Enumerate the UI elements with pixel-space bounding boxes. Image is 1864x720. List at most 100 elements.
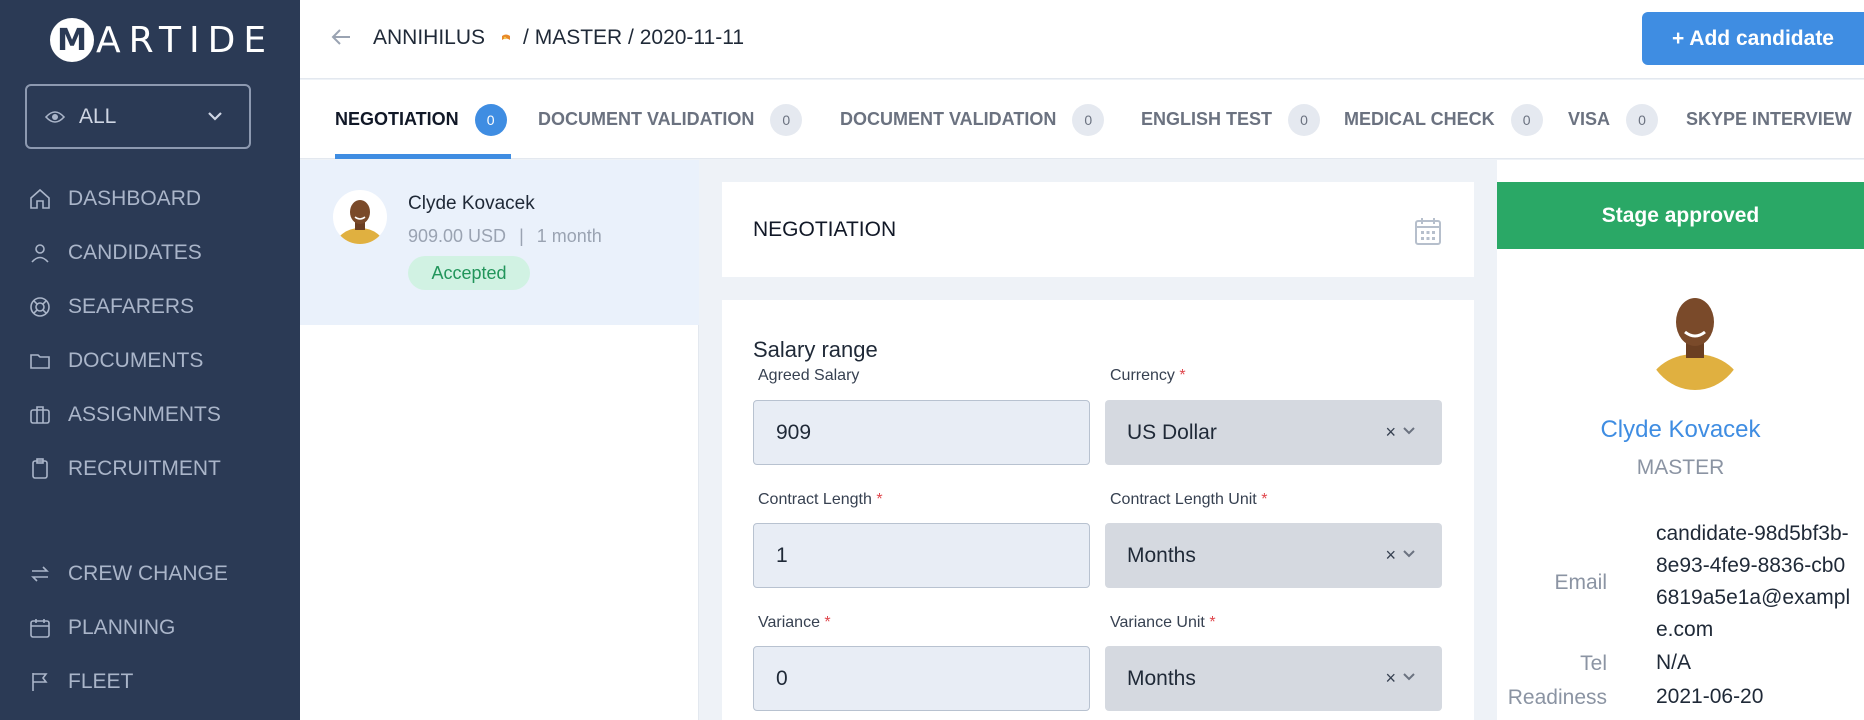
contract-length-unit-label: Contract Length Unit * [1110, 491, 1267, 509]
sidebar-item-crew-change[interactable]: CREW CHANGE [28, 559, 228, 589]
logo-mark: M [50, 18, 94, 62]
sidebar-item-candidates[interactable]: CANDIDATES [28, 238, 202, 268]
contract-length-unit-select[interactable]: Months × [1105, 523, 1442, 588]
section-title: Salary range [753, 337, 878, 362]
tel-label: Tel [1580, 652, 1607, 675]
candidate-name: Clyde Kovacek [408, 193, 535, 214]
label-text: Contract Length [758, 491, 872, 508]
variance-unit-select[interactable]: Months × [1105, 646, 1442, 711]
candidate-duration: 1 month [536, 226, 602, 246]
sidebar-item-recruitment[interactable]: RECRUITMENT [28, 454, 221, 484]
agreed-salary-input[interactable]: 909 [753, 400, 1090, 465]
variance-unit-label: Variance Unit * [1110, 614, 1216, 632]
readiness-label: Readiness [1507, 686, 1607, 709]
select-value: US Dollar [1127, 420, 1217, 444]
select-value: Months [1127, 666, 1196, 690]
list-item[interactable]: Clyde Kovacek 909.00 USD | 1 month Accep… [300, 160, 699, 325]
folder-icon [30, 354, 50, 369]
sidebar-item-planning[interactable]: PLANNING [28, 613, 175, 643]
sidebar-item-seafarers[interactable]: SEAFARERS [28, 292, 194, 322]
chevron-down-icon[interactable] [1402, 547, 1416, 561]
clear-icon[interactable]: × [1385, 545, 1396, 566]
country-flag-icon [502, 34, 511, 40]
tab-label: MEDICAL CHECK [1344, 109, 1495, 129]
candidate-list: Clyde Kovacek 909.00 USD | 1 month Accep… [300, 160, 699, 720]
tab-count-badge: 0 [770, 103, 803, 136]
status-badge: Accepted [408, 256, 530, 290]
candidate-photo-icon [1645, 280, 1745, 390]
tab-english-test[interactable]: ENGLISH TEST 0 [1141, 80, 1321, 159]
contract-length-label: Contract Length * [758, 491, 883, 509]
active-tab-indicator [335, 154, 511, 159]
currency-select[interactable]: US Dollar × [1105, 400, 1442, 465]
readiness-value: 2021-06-20 [1656, 685, 1764, 708]
calendar-icon [30, 619, 50, 638]
label-text: Variance Unit [1110, 614, 1205, 631]
sidebar-item-label: PLANNING [68, 616, 176, 639]
tab-negotiation[interactable]: NEGOTIATION 0 [335, 80, 507, 159]
tab-label: DOCUMENT VALIDATION [538, 109, 755, 129]
flag-icon [32, 673, 48, 691]
profile-name[interactable]: Clyde Kovacek [1497, 416, 1864, 444]
required-marker: * [1261, 491, 1268, 508]
sidebar-item-label: FLEET [68, 670, 134, 693]
sidebar-item-label: ASSIGNMENTS [68, 403, 221, 426]
app-logo[interactable]: M ARTIDE [50, 18, 274, 62]
briefcase-icon [30, 406, 50, 424]
candidate-salary: 909.00 USD [408, 226, 507, 246]
sidebar-item-label: DOCUMENTS [68, 349, 204, 372]
currency-label: Currency * [1110, 367, 1186, 385]
tel-value: N/A [1656, 651, 1692, 674]
tab-skype-interview[interactable]: SKYPE INTERVIEW [1686, 80, 1852, 159]
required-marker: * [824, 614, 831, 631]
stage-header-card: NEGOTIATION [722, 182, 1474, 277]
fleet-filter-select[interactable]: ALL [25, 84, 251, 149]
tab-label: VISA [1568, 109, 1611, 129]
back-arrow-icon[interactable] [330, 26, 352, 48]
select-value: Months [1127, 543, 1196, 567]
sidebar-item-label: SEAFARERS [68, 295, 195, 318]
stage-approved-banner: Stage approved [1497, 182, 1864, 249]
sidebar-item-dashboard[interactable]: DASHBOARD [28, 184, 201, 214]
tab-medical-check[interactable]: MEDICAL CHECK 0 [1344, 80, 1543, 159]
sidebar-item-fleet[interactable]: FLEET [28, 667, 133, 697]
add-candidate-button[interactable]: + Add candidate [1642, 12, 1864, 65]
calendar-icon[interactable] [1414, 216, 1442, 246]
label-text: Agreed Salary [758, 367, 860, 384]
tab-label: DOCUMENT VALIDATION [840, 109, 1057, 129]
sidebar-item-label: RECRUITMENT [68, 457, 221, 480]
tab-count-badge: 0 [1288, 103, 1321, 136]
chevron-down-icon[interactable] [1402, 670, 1416, 684]
email-value[interactable]: candidate-98d5bf3b-8e93-4fe9-8836-cb0681… [1656, 518, 1856, 646]
clear-icon[interactable]: × [1385, 422, 1396, 443]
sidebar-item-label: CREW CHANGE [68, 562, 228, 585]
avatar [1645, 280, 1745, 390]
vessel-name[interactable]: ANNIHILUS [373, 26, 485, 50]
chevron-down-icon[interactable] [1402, 424, 1416, 438]
profile-rank: MASTER [1636, 456, 1725, 479]
tab-label: SKYPE INTERVIEW [1686, 109, 1852, 129]
eye-icon [45, 110, 65, 123]
home-icon [30, 188, 50, 209]
breadcrumb: ANNIHILUS / MASTER / 2020-11-11 [373, 26, 744, 50]
sidebar-item-documents[interactable]: DOCUMENTS [28, 346, 203, 376]
sidebar-item-assignments[interactable]: ASSIGNMENTS [28, 400, 221, 430]
contract-length-input[interactable]: 1 [753, 523, 1090, 588]
negotiation-form: Salary range Agreed Salary 909 Currency … [722, 300, 1474, 720]
avatar [333, 190, 387, 244]
tab-count-badge: 0 [1072, 103, 1105, 136]
tab-visa[interactable]: VISA 0 [1568, 80, 1659, 159]
label-text: Contract Length Unit [1110, 491, 1257, 508]
swap-icon [31, 566, 49, 582]
breadcrumb-path: / MASTER / 2020-11-11 [523, 26, 745, 49]
tab-document-validation[interactable]: DOCUMENT VALIDATION 0 [538, 80, 803, 159]
page-header: ANNIHILUS / MASTER / 2020-11-11 + Add ca… [300, 0, 1864, 79]
tab-document-validation-2[interactable]: DOCUMENT VALIDATION 0 [840, 80, 1105, 159]
email-label: Email [1554, 571, 1607, 594]
label-text: Variance [758, 614, 820, 631]
variance-input[interactable]: 0 [753, 646, 1090, 711]
tab-label: ENGLISH TEST [1141, 109, 1273, 129]
sidebar-item-label: CANDIDATES [68, 241, 202, 264]
filter-value: ALL [79, 104, 117, 128]
clear-icon[interactable]: × [1385, 668, 1396, 689]
